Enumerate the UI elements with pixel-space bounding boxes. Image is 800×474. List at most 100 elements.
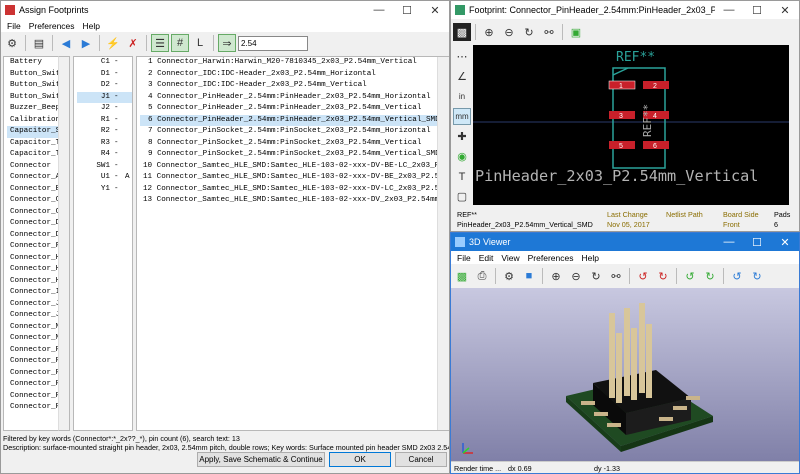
close-button[interactable]: ✕ xyxy=(421,1,449,19)
component-row[interactable]: SW1- xyxy=(77,161,132,173)
apply-save-button[interactable]: Apply, Save Schematic & Continue xyxy=(197,452,325,467)
copy-image-icon[interactable]: ⎙ xyxy=(473,267,491,285)
component-row[interactable]: J1- xyxy=(77,91,132,103)
delete-associations-icon[interactable]: ✗ xyxy=(124,34,142,52)
component-ref: C1 xyxy=(100,58,110,66)
footprint-item[interactable]: 13 Connector_Samtec_HLE_SMD:Samtec_HLE-1… xyxy=(140,195,448,207)
component-row[interactable]: R2- xyxy=(77,126,132,138)
grid-icon[interactable]: ⋯ xyxy=(453,48,471,65)
edge-sketch-icon[interactable]: ▢ xyxy=(453,188,471,205)
footprint-canvas[interactable]: 1 2 3 4 5 6 REF** REF** PinHeader_2x03_P… xyxy=(473,45,789,205)
text-sketch-icon[interactable]: T xyxy=(453,168,471,185)
component-row[interactable]: Y1- xyxy=(77,184,132,196)
footprint-item[interactable]: 4 Connector_PinHeader_2.54mm:PinHeader_2… xyxy=(140,92,448,104)
maximize-button[interactable]: ☐ xyxy=(743,233,771,251)
library-table-icon[interactable]: ▤ xyxy=(30,34,48,52)
rotate-x-ccw-icon[interactable]: ↻ xyxy=(654,267,672,285)
library-scrollbar[interactable] xyxy=(58,56,70,431)
menu-edit[interactable]: Edit xyxy=(475,253,498,263)
menu-view[interactable]: View xyxy=(497,253,523,263)
auto-associate-icon[interactable]: ⚡ xyxy=(104,34,122,52)
component-row[interactable]: D1- xyxy=(77,69,132,81)
arrow-left-icon[interactable]: ◀ xyxy=(57,34,75,52)
arrow-right-icon[interactable]: ▶ xyxy=(77,34,95,52)
component-row[interactable]: C1- xyxy=(77,57,132,69)
raytracing-icon[interactable]: ■ xyxy=(520,267,538,285)
maximize-button[interactable]: ☐ xyxy=(743,1,771,19)
filter-text-icon[interactable]: ⇒ xyxy=(218,34,236,52)
ok-button[interactable]: OK xyxy=(329,452,391,467)
minimize-button[interactable]: — xyxy=(715,1,743,19)
footprint-item[interactable]: 12 Connector_Samtec_HLE_SMD:Samtec_HLE-1… xyxy=(140,184,448,196)
rotate-x-cw-icon[interactable]: ↺ xyxy=(634,267,652,285)
filter-text-input[interactable] xyxy=(238,35,308,51)
zoom-redraw-icon[interactable]: ↻ xyxy=(520,23,538,41)
footprint-item[interactable]: 9 Connector_PinSocket_2.54mm:PinSocket_2… xyxy=(140,149,448,161)
footprint-scrollbar[interactable] xyxy=(437,57,449,430)
rotate-z-cw-icon[interactable]: ↺ xyxy=(728,267,746,285)
minimize-button[interactable]: — xyxy=(715,233,743,251)
close-button[interactable]: ✕ xyxy=(771,1,799,19)
view-3d-icon[interactable]: ▣ xyxy=(567,23,585,41)
menu-help[interactable]: Help xyxy=(79,21,104,31)
filter-keywords-icon[interactable]: ☰ xyxy=(151,34,169,52)
zoom-fit-icon[interactable]: ⚯ xyxy=(540,23,558,41)
component-row[interactable]: R4- xyxy=(77,149,132,161)
units-mm-icon[interactable]: mm xyxy=(453,107,471,126)
component-row[interactable]: R1- xyxy=(77,115,132,127)
close-button[interactable]: ✕ xyxy=(771,233,799,251)
minimize-button[interactable]: — xyxy=(365,1,393,19)
pad-sketch-icon[interactable]: ◉ xyxy=(453,148,471,165)
polar-coords-icon[interactable]: ∠ xyxy=(453,68,471,85)
footprint-scrollbar[interactable] xyxy=(789,45,799,205)
footprint-item[interactable]: 10 Connector_Samtec_HLE_SMD:Samtec_HLE-1… xyxy=(140,161,448,173)
footprint-item[interactable]: 5 Connector_PinHeader_2.54mm:PinHeader_2… xyxy=(140,103,448,115)
settings-icon[interactable]: ⚙ xyxy=(3,34,21,52)
reload-board-icon[interactable]: ▩ xyxy=(453,267,471,285)
toolbar-separator xyxy=(213,35,214,51)
units-inch-icon[interactable]: in xyxy=(453,88,471,105)
zoom-out-icon[interactable]: ⊖ xyxy=(567,267,585,285)
rotate-y-cw-icon[interactable]: ↺ xyxy=(681,267,699,285)
footprint-item[interactable]: 3 Connector_IDC:IDC-Header_2x03_P2.54mm_… xyxy=(140,80,448,92)
footprint-item[interactable]: 1 Connector_Harwin:Harwin_M20-7810345_2x… xyxy=(140,57,448,69)
zoom-out-icon[interactable]: ⊖ xyxy=(500,23,518,41)
3d-viewer-titlebar: 3D Viewer — ☐ ✕ xyxy=(451,233,799,251)
pad-number: 5 xyxy=(619,143,623,150)
cursor-icon[interactable]: ✚ xyxy=(453,128,471,145)
footprint-item[interactable]: 6 Connector_PinHeader_2.54mm:PinHeader_2… xyxy=(140,114,448,126)
filter-library-icon[interactable]: L xyxy=(191,34,209,52)
maximize-button[interactable]: ☐ xyxy=(393,1,421,19)
footprint-list[interactable]: 1 Connector_Harwin:Harwin_M20-7810345_2x… xyxy=(136,56,449,431)
rotate-y-ccw-icon[interactable]: ↻ xyxy=(701,267,719,285)
component-value: - xyxy=(114,150,119,158)
menu-help[interactable]: Help xyxy=(577,253,602,263)
footprint-item[interactable]: 2 Connector_IDC:IDC-Header_2x03_P2.54mm_… xyxy=(140,69,448,81)
component-value: - xyxy=(114,173,119,181)
zoom-redraw-icon[interactable]: ↻ xyxy=(587,267,605,285)
menu-file[interactable]: File xyxy=(3,21,25,31)
toolbar-separator xyxy=(146,35,147,51)
component-list[interactable]: C1- D1- D2- J1- J2- R1- R2- R3- R4- SW1- U1- A Y1- xyxy=(73,56,133,431)
footprint-item[interactable]: 8 Connector_PinSocket_2.54mm:PinSocket_2… xyxy=(140,138,448,150)
3d-model-render xyxy=(462,303,713,454)
menu-preferences[interactable]: Preferences xyxy=(524,253,578,263)
footprint-item[interactable]: 11 Connector_Samtec_HLE_SMD:Samtec_HLE-1… xyxy=(140,172,448,184)
assign-titlebar: Assign Footprints — ☐ ✕ xyxy=(1,1,449,19)
menu-preferences[interactable]: Preferences xyxy=(25,21,79,31)
settings-icon[interactable]: ⚙ xyxy=(500,267,518,285)
zoom-fit-icon[interactable]: ⚯ xyxy=(607,267,625,285)
menu-file[interactable]: File xyxy=(453,253,475,263)
rotate-z-ccw-icon[interactable]: ↻ xyxy=(748,267,766,285)
component-row[interactable]: J2- xyxy=(77,103,132,115)
cancel-button[interactable]: Cancel xyxy=(395,452,447,467)
component-row[interactable]: R3- xyxy=(77,138,132,150)
filter-pincount-icon[interactable]: # xyxy=(171,34,189,52)
component-row[interactable]: D2- xyxy=(77,80,132,92)
3d-canvas[interactable] xyxy=(451,288,799,461)
zoom-in-icon[interactable]: ⊕ xyxy=(480,23,498,41)
footprint-item[interactable]: 7 Connector_PinSocket_2.54mm:PinSocket_2… xyxy=(140,126,448,138)
component-row[interactable]: U1- A xyxy=(77,172,132,184)
display-options-icon[interactable]: ▩ xyxy=(453,23,471,41)
zoom-in-icon[interactable]: ⊕ xyxy=(547,267,565,285)
